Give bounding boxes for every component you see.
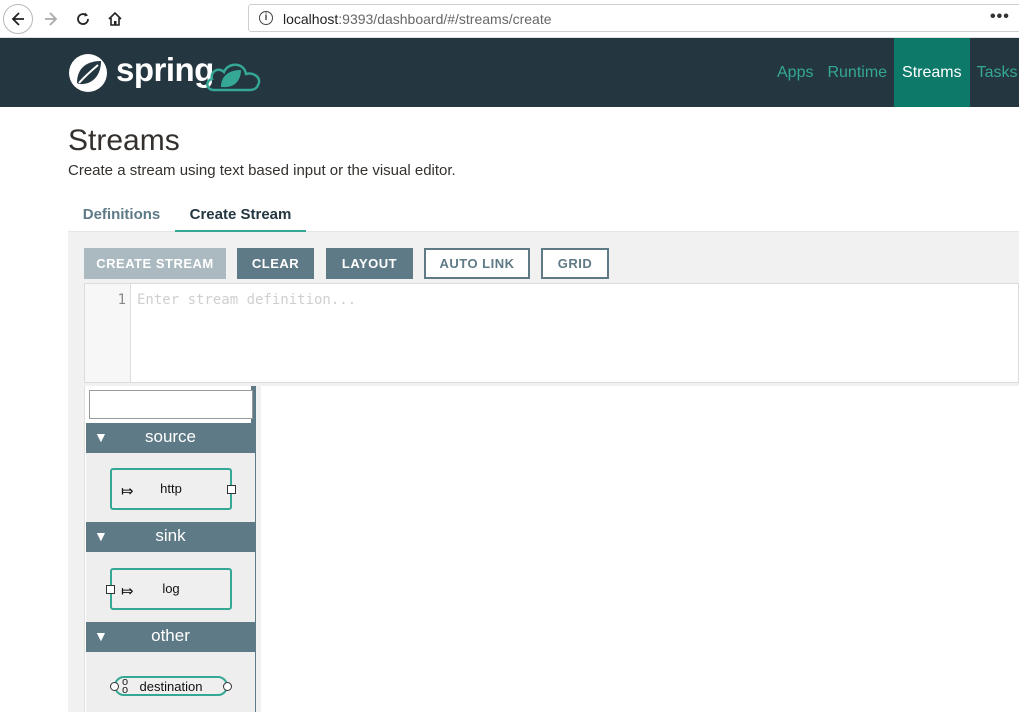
- palette-group-body: ⤇ http: [86, 453, 255, 522]
- home-button[interactable]: [100, 4, 130, 34]
- main-nav: Apps Runtime Streams Tasks: [770, 38, 1019, 107]
- group-label: other: [151, 626, 190, 645]
- node-label: http: [160, 481, 182, 496]
- logo-text: spring: [116, 51, 214, 88]
- output-port[interactable]: [223, 682, 232, 691]
- nav-tasks[interactable]: Tasks: [970, 38, 1019, 107]
- tab-bar: Definitions Create Stream: [68, 198, 1019, 232]
- nav-streams[interactable]: Streams: [894, 38, 970, 107]
- page-subtitle: Create a stream using text based input o…: [68, 162, 456, 179]
- nav-apps[interactable]: Apps: [770, 38, 820, 107]
- arrow-right-icon: [45, 12, 58, 26]
- layout-button[interactable]: LAYOUT: [326, 248, 413, 279]
- clear-button[interactable]: CLEAR: [237, 248, 314, 279]
- palette-group-sink[interactable]: ▼ sink: [86, 522, 255, 552]
- palette-group-body: oo destination: [86, 652, 255, 712]
- auto-link-button[interactable]: AUTO LINK: [424, 248, 530, 279]
- palette-node-destination[interactable]: oo destination: [110, 676, 232, 696]
- palette-group-other[interactable]: ▼ other: [86, 622, 255, 652]
- palette-node-http[interactable]: ⤇ http: [110, 468, 236, 510]
- stream-definition-editor[interactable]: 1 Enter stream definition...: [84, 283, 1019, 383]
- back-button[interactable]: [3, 4, 33, 34]
- arrow-left-icon: [11, 12, 24, 26]
- palette: ▼ source ⤇ http ▼ sink ⤇ log ▼ other oo …: [84, 386, 256, 712]
- palette-filter-input[interactable]: [89, 390, 253, 419]
- flow-canvas[interactable]: [261, 386, 1019, 712]
- cloud-leaf-icon: [206, 63, 261, 92]
- spring-logo[interactable]: spring: [68, 51, 268, 94]
- ellipsis-icon[interactable]: •••: [990, 8, 1010, 26]
- app-header: spring Apps Runtime Streams Tasks: [0, 38, 1019, 107]
- reload-icon: [77, 12, 89, 25]
- grid-button[interactable]: GRID: [541, 248, 609, 279]
- editor-gutter: 1: [85, 284, 131, 382]
- spring-leaf-icon: [69, 54, 107, 92]
- nav-runtime[interactable]: Runtime: [820, 38, 894, 107]
- tab-definitions[interactable]: Definitions: [68, 198, 175, 232]
- reload-button[interactable]: [68, 4, 98, 34]
- address-bar[interactable]: i localhost:9393/dashboard/#/streams/cre…: [248, 4, 1019, 32]
- group-label: source: [144, 427, 197, 446]
- palette-node-log[interactable]: ⤇ log: [106, 568, 232, 610]
- home-icon: [108, 11, 122, 26]
- info-icon[interactable]: i: [259, 11, 273, 25]
- editor-placeholder: Enter stream definition...: [137, 292, 357, 308]
- group-label: sink: [155, 526, 186, 545]
- url-text: localhost:9393/dashboard/#/streams/creat…: [283, 11, 552, 27]
- output-port[interactable]: [227, 485, 236, 494]
- line-number: 1: [117, 292, 126, 308]
- palette-group-source[interactable]: ▼ source: [86, 423, 255, 453]
- tab-create-stream[interactable]: Create Stream: [175, 198, 306, 232]
- browser-toolbar: i localhost:9393/dashboard/#/streams/cre…: [0, 0, 1019, 38]
- forward-button[interactable]: [36, 4, 66, 34]
- node-label: log: [162, 581, 180, 596]
- node-label: destination: [139, 679, 203, 694]
- create-stream-button[interactable]: CREATE STREAM: [84, 248, 226, 279]
- palette-group-body: ⤇ log: [86, 552, 255, 622]
- page-title: Streams: [68, 124, 180, 157]
